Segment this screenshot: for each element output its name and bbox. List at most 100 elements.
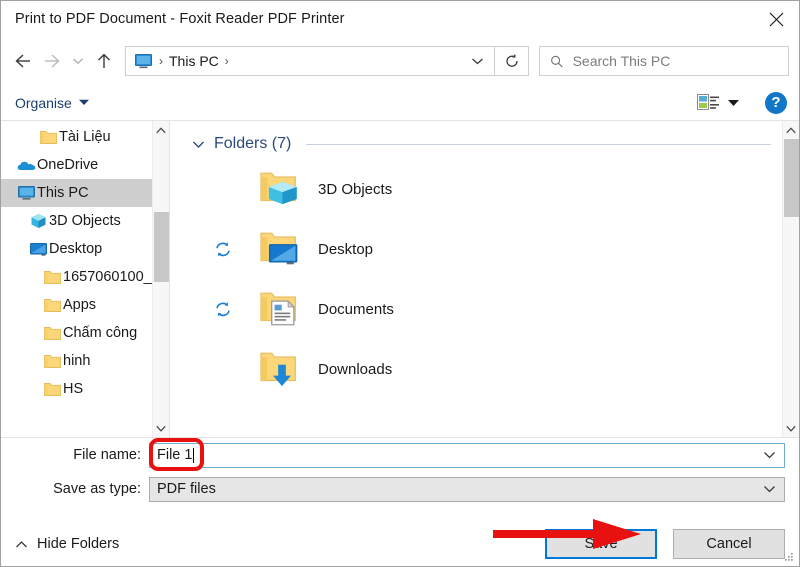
sidebar-item-hs[interactable]: HS: [1, 375, 169, 403]
refresh-button[interactable]: [495, 46, 529, 76]
save-as-type-row: Save as type: PDF files: [1, 472, 799, 506]
chevron-down-icon: [156, 425, 166, 432]
folder-desktop-icon: [260, 232, 298, 265]
sidebar-item-apps[interactable]: Apps: [1, 291, 169, 319]
address-dropdown-button[interactable]: [464, 56, 490, 66]
file-name-label: File name:: [73, 447, 141, 463]
scroll-down-button[interactable]: [153, 419, 170, 437]
sync-icon: [216, 241, 230, 256]
hide-folders-button[interactable]: Hide Folders: [15, 536, 119, 552]
sidebar-item-label: 3D Objects: [49, 213, 121, 229]
chevron-down-icon: [764, 486, 775, 493]
search-box[interactable]: [539, 46, 789, 76]
view-options-dropdown[interactable]: [719, 99, 743, 107]
onedrive-icon: [15, 158, 37, 173]
navigation-bar: › This PC ›: [1, 37, 799, 85]
text-cursor: [193, 447, 195, 463]
view-options-icon: [697, 94, 719, 110]
sidebar-item-desktop[interactable]: Desktop: [1, 235, 169, 263]
save-as-type-select[interactable]: PDF files: [149, 476, 785, 502]
caret-down-icon: [78, 99, 89, 105]
folder-icon: [41, 382, 63, 397]
sidebar-item-ch-m-c-ng[interactable]: Chấm công: [1, 319, 169, 347]
sidebar-item-onedrive[interactable]: OneDrive: [1, 151, 169, 179]
help-button[interactable]: ?: [765, 91, 787, 114]
dialog-body: Tài Liệu OneDrive This PC 3D Objects Desktop…: [1, 121, 799, 437]
this-pc-icon: [134, 53, 153, 70]
file-name-input[interactable]: File 1: [149, 442, 785, 468]
sidebar-item-t-i-li-u[interactable]: Tài Liệu: [1, 123, 169, 151]
scroll-up-button[interactable]: [153, 121, 170, 139]
folder-icon: [41, 354, 63, 369]
organise-button[interactable]: Organise: [15, 95, 89, 111]
folder-item[interactable]: 3D Objects: [192, 159, 799, 219]
sidebar-item-label: OneDrive: [37, 157, 99, 173]
file-list-pane: Folders (7) 3D Objects Desktop Documents Do…: [169, 121, 799, 437]
group-collapse-button[interactable]: [192, 140, 205, 149]
folder-item[interactable]: Documents: [192, 279, 799, 339]
sync-status-icon: [202, 241, 244, 258]
file-name-value: File 1: [157, 447, 193, 463]
folder-icon: [41, 326, 63, 341]
folder-items: 3D Objects Desktop Documents Downloads: [192, 159, 799, 399]
arrow-left-icon: [14, 54, 30, 68]
recent-locations-button[interactable]: [67, 43, 89, 79]
chevron-up-icon: [156, 126, 166, 133]
folder-3d-objects-icon: [260, 172, 297, 205]
search-input[interactable]: [572, 53, 788, 69]
hide-folders-label: Hide Folders: [37, 536, 120, 552]
file-name-dropdown[interactable]: [763, 451, 776, 460]
sidebar-item-label: Apps: [63, 297, 97, 313]
onedrive-icon: [17, 161, 35, 170]
folders-group-header[interactable]: Folders (7): [192, 135, 799, 153]
save-as-type-dropdown[interactable]: [763, 485, 776, 494]
scroll-thumb[interactable]: [783, 139, 799, 218]
chevron-down-icon: [73, 58, 83, 65]
address-bar[interactable]: › This PC ›: [125, 46, 495, 76]
save-button[interactable]: Save: [545, 529, 657, 559]
folder-documents-icon: [244, 289, 318, 329]
sidebar-scrollbar[interactable]: [152, 121, 169, 437]
save-as-dialog: Print to PDF Document - Foxit Reader PDF…: [0, 0, 800, 567]
folder-item[interactable]: Downloads: [192, 339, 799, 399]
folder-label: Desktop: [318, 240, 374, 258]
window-title: Print to PDF Document - Foxit Reader PDF…: [15, 11, 345, 27]
folder-icon: [43, 298, 61, 312]
resize-grip-icon[interactable]: [783, 551, 795, 563]
chevron-down-icon: [786, 425, 796, 432]
scroll-track[interactable]: [783, 139, 800, 419]
sync-status-icon: [202, 301, 244, 318]
scroll-thumb[interactable]: [153, 211, 169, 282]
scroll-track[interactable]: [153, 139, 170, 419]
sidebar-item-this-pc[interactable]: This PC: [1, 179, 169, 207]
this-pc-icon: [17, 186, 35, 200]
desktop-icon: [29, 242, 47, 256]
content-scrollbar[interactable]: [782, 121, 799, 437]
sidebar-item-label: Tài Liệu: [59, 129, 111, 145]
cancel-button[interactable]: Cancel: [673, 529, 785, 559]
folder-item[interactable]: Desktop: [192, 219, 799, 279]
scroll-up-button[interactable]: [783, 121, 800, 139]
breadcrumb-location[interactable]: This PC: [169, 53, 219, 69]
sidebar-item-hinh[interactable]: hinh: [1, 347, 169, 375]
folder-icon: [37, 130, 59, 145]
chevron-up-icon: [16, 540, 27, 547]
folder-label: 3D Objects: [318, 180, 393, 198]
sidebar-item-3d-objects[interactable]: 3D Objects: [1, 207, 169, 235]
back-button[interactable]: [7, 43, 37, 79]
close-button[interactable]: [753, 1, 799, 37]
breadcrumb-separator-2[interactable]: ›: [219, 54, 235, 68]
view-options-button[interactable]: [697, 93, 719, 112]
forward-button[interactable]: [37, 43, 67, 79]
dialog-actions: Hide Folders Save Cancel: [1, 506, 799, 566]
command-bar: Organise ?: [1, 85, 799, 121]
chevron-down-icon: [764, 452, 775, 459]
this-pc-icon: [15, 185, 37, 201]
up-button[interactable]: [89, 43, 119, 79]
desktop-icon: [27, 242, 49, 257]
folder-3d-objects-icon: [244, 169, 318, 209]
sidebar-item-1657060100-h[interactable]: 1657060100_Hà: [1, 263, 169, 291]
scroll-down-button[interactable]: [783, 419, 800, 437]
sidebar-item-label: HS: [63, 381, 84, 397]
sidebar-item-label: Desktop: [49, 241, 103, 257]
